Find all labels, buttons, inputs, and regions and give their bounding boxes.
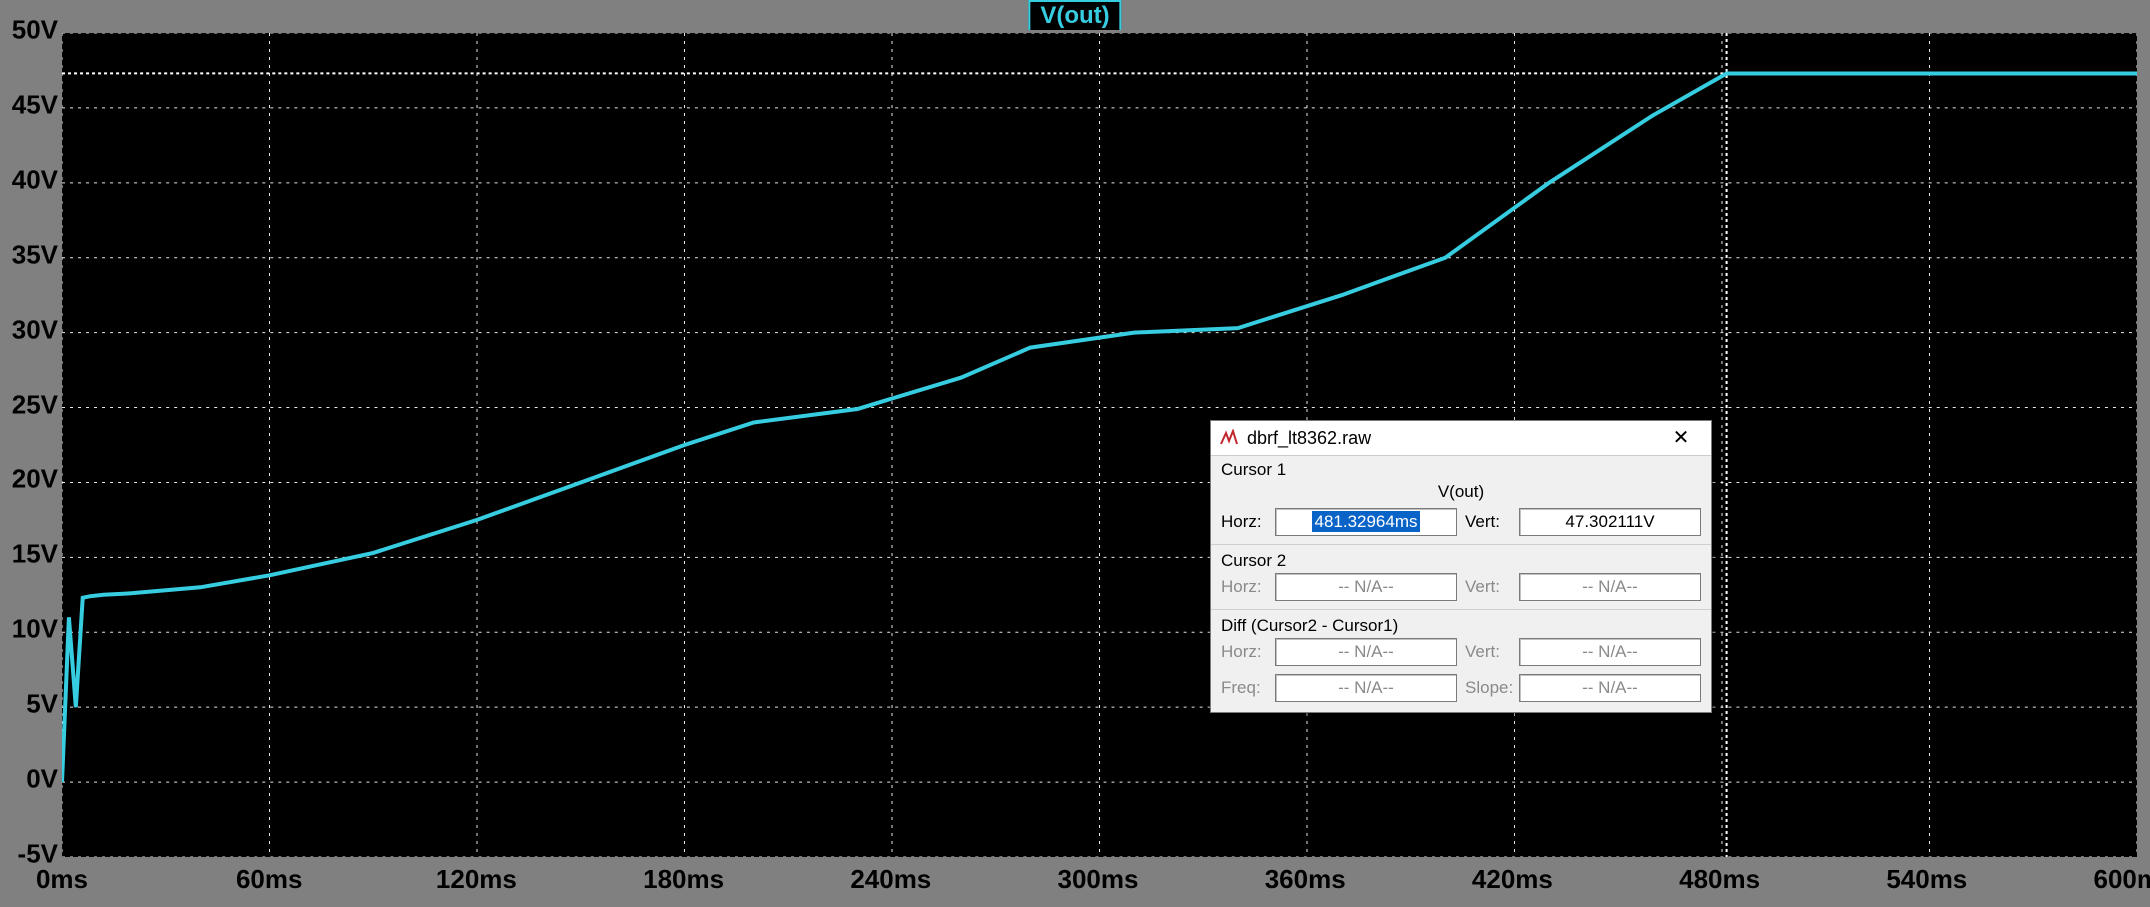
diff-section-label: Diff (Cursor2 - Cursor1): [1211, 612, 1711, 636]
diff-row1: Horz: -- N/A-- Vert: -- N/A--: [1211, 636, 1711, 672]
x-tick-label: 180ms: [624, 864, 744, 895]
cursor1-row: Horz: 481.32964ms Vert: 47.302111V: [1211, 506, 1711, 542]
cursor2-vert-field[interactable]: -- N/A--: [1519, 573, 1701, 601]
y-tick-label: 50V: [0, 15, 58, 46]
trace-legend-label: V(out): [1040, 2, 1109, 29]
x-tick-label: 360ms: [1245, 864, 1365, 895]
x-tick-label: 300ms: [1038, 864, 1158, 895]
cursor1-trace-label: V(out): [1211, 480, 1711, 506]
y-tick-label: 25V: [0, 389, 58, 420]
waveform-plot[interactable]: [62, 30, 2140, 860]
x-tick-label: 600ms: [2074, 864, 2150, 895]
y-tick-label: 45V: [0, 89, 58, 120]
y-tick-label: 30V: [0, 314, 58, 345]
diff-horz-field[interactable]: -- N/A--: [1275, 638, 1457, 666]
x-tick-label: 420ms: [1452, 864, 1572, 895]
cursor2-row: Horz: -- N/A-- Vert: -- N/A--: [1211, 571, 1711, 607]
x-tick-label: 240ms: [831, 864, 951, 895]
plot-canvas: [62, 33, 2137, 857]
diff-freq-label: Freq:: [1221, 678, 1267, 698]
cursor2-horz-field[interactable]: -- N/A--: [1275, 573, 1457, 601]
x-tick-label: 60ms: [209, 864, 329, 895]
grid-vertical: [62, 33, 2137, 857]
diff-vert-label: Vert:: [1465, 642, 1511, 662]
y-tick-label: 40V: [0, 164, 58, 195]
diff-freq-field[interactable]: -- N/A--: [1275, 674, 1457, 702]
x-tick-label: 0ms: [2, 864, 122, 895]
cursor2-section-label: Cursor 2: [1211, 547, 1711, 571]
app-icon: [1219, 428, 1239, 448]
x-tick-label: 120ms: [416, 864, 536, 895]
diff-slope-label: Slope:: [1465, 678, 1511, 698]
y-tick-label: 35V: [0, 239, 58, 270]
y-tick-label: 0V: [0, 764, 58, 795]
diff-vert-field[interactable]: -- N/A--: [1519, 638, 1701, 666]
y-tick-label: 15V: [0, 539, 58, 570]
cursor1-vert-field[interactable]: 47.302111V: [1519, 508, 1701, 536]
x-tick-label: 480ms: [1660, 864, 1780, 895]
y-tick-label: 10V: [0, 614, 58, 645]
diff-slope-field[interactable]: -- N/A--: [1519, 674, 1701, 702]
close-icon[interactable]: ✕: [1659, 427, 1703, 449]
cursor2-horz-label: Horz:: [1221, 577, 1267, 597]
cursor1-horz-field[interactable]: 481.32964ms: [1275, 508, 1457, 536]
cursor-1-crosshair[interactable]: [62, 33, 2137, 857]
x-tick-label: 540ms: [1867, 864, 1987, 895]
diff-row2: Freq: -- N/A-- Slope: -- N/A--: [1211, 672, 1711, 712]
dialog-title: dbrf_lt8362.raw: [1247, 428, 1659, 449]
cursor-info-dialog[interactable]: dbrf_lt8362.raw ✕ Cursor 1 V(out) Horz: …: [1210, 420, 1712, 713]
trace-legend[interactable]: V(out): [1028, 0, 1121, 32]
diff-horz-label: Horz:: [1221, 642, 1267, 662]
grid-horizontal: [62, 33, 2137, 857]
cursor2-vert-label: Vert:: [1465, 577, 1511, 597]
dialog-titlebar[interactable]: dbrf_lt8362.raw ✕: [1211, 421, 1711, 456]
cursor1-section-label: Cursor 1: [1211, 456, 1711, 480]
cursor1-horz-label: Horz:: [1221, 512, 1267, 532]
y-tick-label: 20V: [0, 464, 58, 495]
cursor1-vert-label: Vert:: [1465, 512, 1511, 532]
y-tick-label: 5V: [0, 689, 58, 720]
